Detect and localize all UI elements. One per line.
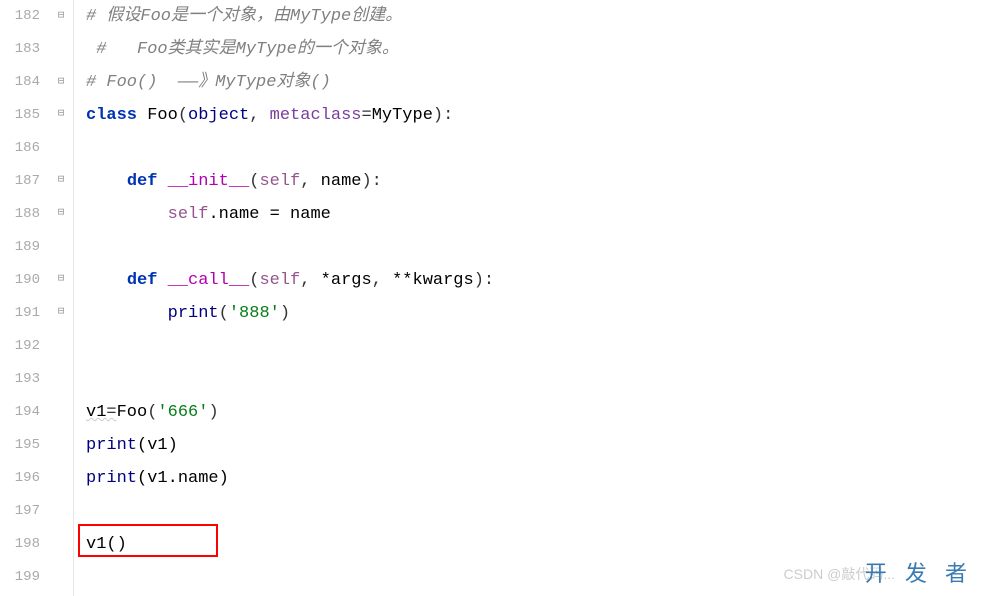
string-literal: '888' [229,304,280,323]
code-line: # Foo() ——》MyType对象() [86,66,985,99]
code-content[interactable]: # 假设Foo是一个对象，由MyType创建。 # Foo类其实是MyType的… [74,0,985,596]
fold-close-icon[interactable]: ⊟ [54,207,68,221]
param-metaclass: metaclass [270,106,362,125]
fold-gutter: ⊟ ⊟ ⊟ ⊟ ⊟ ⊟ ⊟ [50,0,74,596]
code-line [86,132,985,165]
call-expression: v1() [86,535,127,554]
method-call: __call__ [168,271,250,290]
line-number[interactable]: 198 [0,528,40,561]
comment: # Foo类其实是MyType的一个对象。 [96,40,399,59]
fold-close-icon[interactable]: ⊟ [54,306,68,320]
code-line: print(v1) [86,429,985,462]
line-number[interactable]: 187 [0,165,40,198]
line-number-gutter: 182 183 184 185 186 187 188 189 190 191 … [0,0,50,596]
line-number[interactable]: 190 [0,264,40,297]
line-number[interactable]: 196 [0,462,40,495]
keyword-def: def [127,172,158,191]
class-name: Foo [147,106,178,125]
comment: # Foo() ——》MyType对象() [86,73,331,92]
code-line [86,495,985,528]
line-number[interactable]: 193 [0,363,40,396]
builtin-print: print [168,304,219,323]
code-line: print('888') [86,297,985,330]
line-number[interactable]: 197 [0,495,40,528]
code-line: def __call__(self, *args, **kwargs): [86,264,985,297]
string-literal: '666' [157,403,208,422]
line-number[interactable]: 199 [0,561,40,594]
code-editor: 182 183 184 185 186 187 188 189 190 191 … [0,0,985,596]
fold-open-icon[interactable]: ⊟ [54,174,68,188]
line-number[interactable]: 188 [0,198,40,231]
fold-close-icon[interactable]: ⊟ [54,76,68,90]
code-line: class Foo(object, metaclass=MyType): [86,99,985,132]
code-line: v1=Foo('666') [86,396,985,429]
method-init: __init__ [168,172,250,191]
fold-open-icon[interactable]: ⊟ [54,10,68,24]
builtin-print: print [86,436,137,455]
builtin-object: object [188,106,249,125]
code-line [86,363,985,396]
line-number[interactable]: 191 [0,297,40,330]
line-number[interactable]: 183 [0,33,40,66]
keyword-class: class [86,106,137,125]
line-number[interactable]: 184 [0,66,40,99]
line-number[interactable]: 186 [0,132,40,165]
line-number[interactable]: 189 [0,231,40,264]
line-number[interactable]: 194 [0,396,40,429]
code-line [86,231,985,264]
fold-open-icon[interactable]: ⊟ [54,273,68,287]
code-line: self.name = name [86,198,985,231]
code-line: # 假设Foo是一个对象，由MyType创建。 [86,0,985,33]
line-number[interactable]: 192 [0,330,40,363]
builtin-print: print [86,469,137,488]
line-number[interactable]: 195 [0,429,40,462]
code-line: # Foo类其实是MyType的一个对象。 [86,33,985,66]
comment: # 假设Foo是一个对象，由MyType创建。 [86,7,402,26]
line-number[interactable]: 182 [0,0,40,33]
fold-open-icon[interactable]: ⊟ [54,108,68,122]
code-line: def __init__(self, name): [86,165,985,198]
keyword-def: def [127,271,158,290]
code-line [86,330,985,363]
code-line: print(v1.name) [86,462,985,495]
watermark-devze: 开 发 者 [865,556,973,588]
line-number[interactable]: 185 [0,99,40,132]
code-line: v1() [86,528,985,561]
